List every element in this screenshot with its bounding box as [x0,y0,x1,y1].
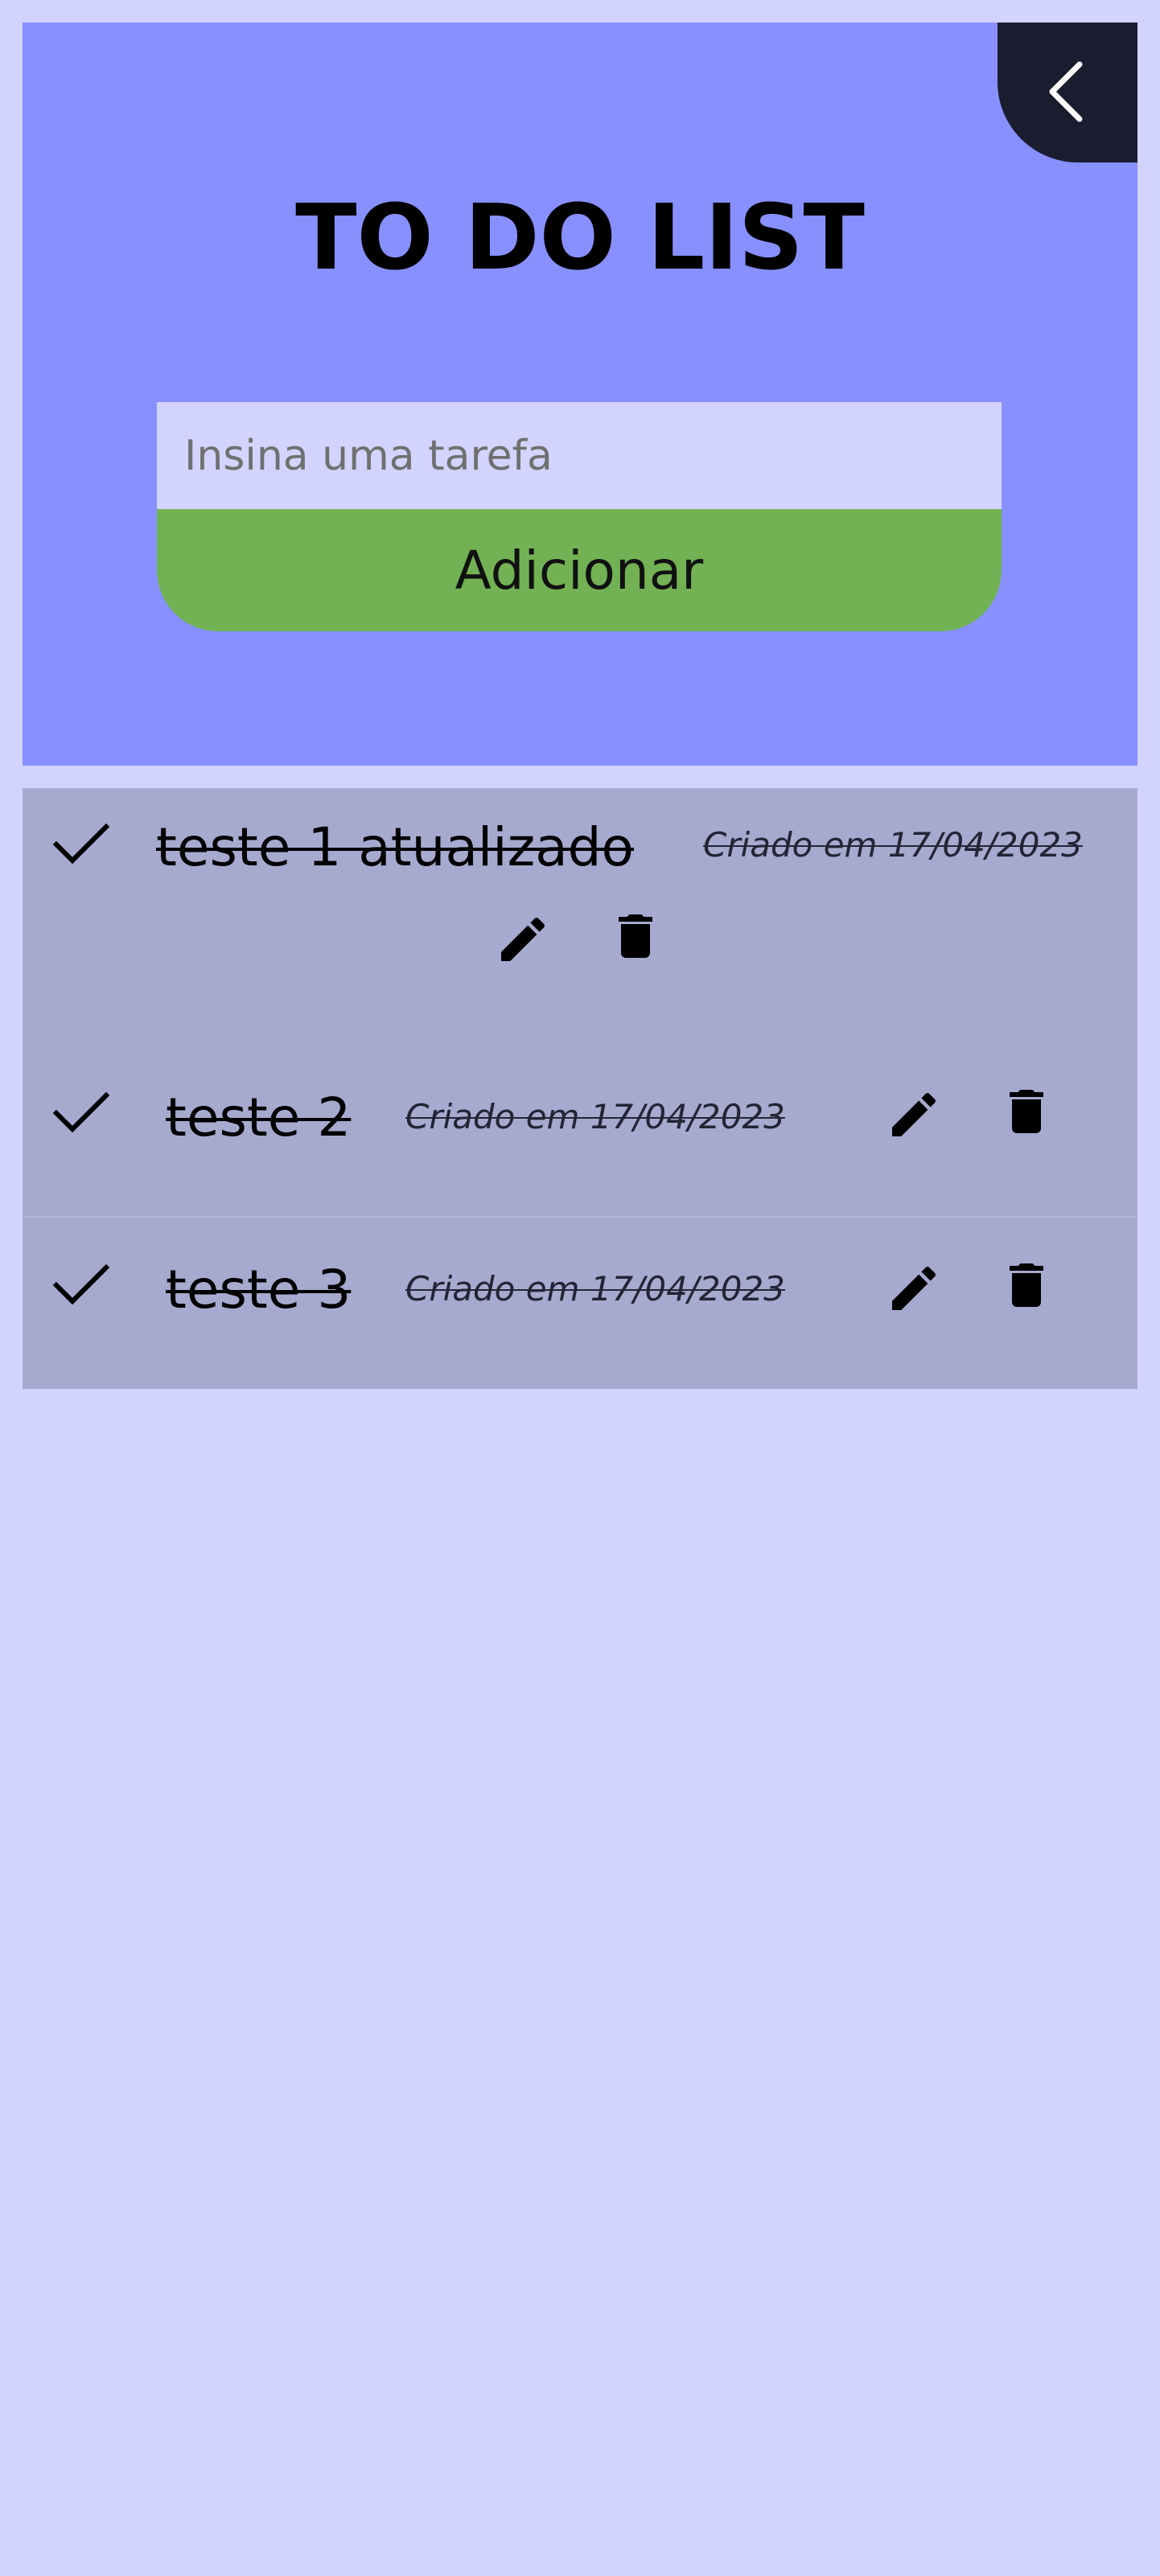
pencil-icon[interactable] [885,1086,943,1144]
back-button[interactable] [998,23,1137,162]
task-input[interactable] [157,402,1002,509]
task-text: teste 2 [166,1087,352,1148]
check-icon[interactable] [53,824,109,865]
pencil-icon[interactable] [885,1259,943,1317]
page-title: TO DO LIST [295,186,865,290]
add-task-button[interactable]: Adicionar [157,509,1002,631]
task-item: teste 1 atualizado Criado em 17/04/2023 [23,788,1137,1041]
pencil-icon[interactable] [494,910,552,968]
check-icon[interactable] [53,1264,109,1306]
check-icon[interactable] [53,1092,109,1134]
task-item: teste 3 Criado em 17/04/2023 [23,1218,1137,1389]
trash-icon[interactable] [607,907,664,965]
task-text: teste 1 atualizado [156,816,634,878]
task-item: teste 2 Criado em 17/04/2023 [23,1041,1137,1218]
trash-icon[interactable] [998,1083,1055,1140]
task-list: teste 1 atualizado Criado em 17/04/2023 … [23,788,1137,1389]
task-date: Criado em 17/04/2023 [703,825,1083,865]
task-text: teste 3 [166,1259,352,1321]
trash-icon[interactable] [998,1256,1055,1314]
task-date: Criado em 17/04/2023 [405,1097,785,1136]
task-date: Criado em 17/04/2023 [405,1269,785,1309]
chevron-left-icon [1049,61,1083,122]
header-panel: TO DO LIST Adicionar [23,23,1137,766]
